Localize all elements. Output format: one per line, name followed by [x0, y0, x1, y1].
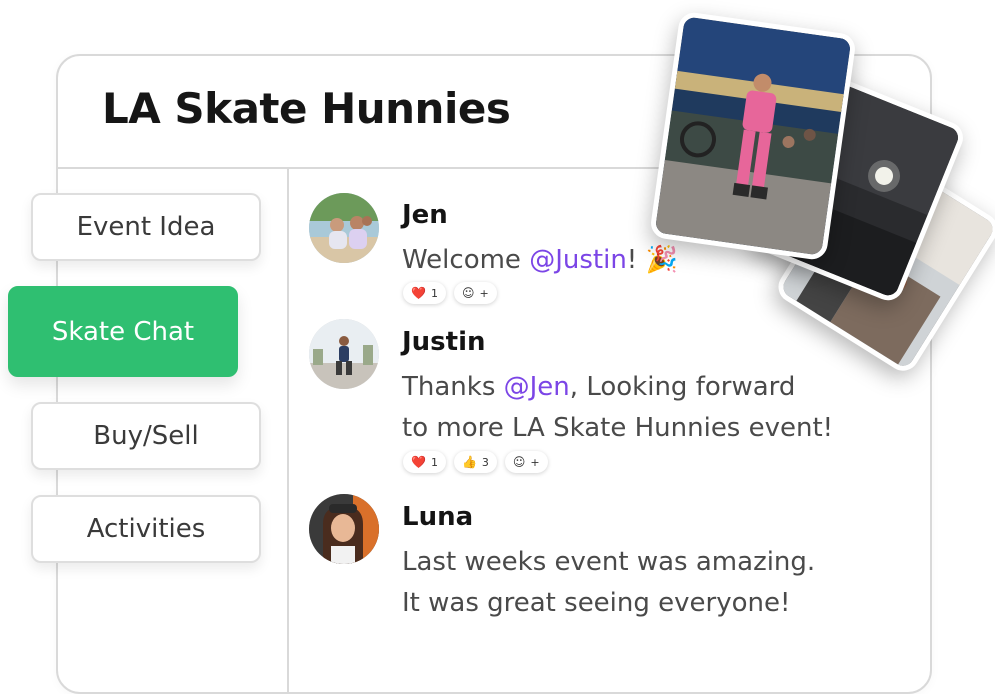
add-reaction-button[interactable]: ☺ + — [504, 451, 548, 473]
message-text-line: to more LA Skate Hunnies event! — [402, 413, 834, 443]
message-text-line: It was great seeing everyone! — [402, 588, 791, 618]
message-text-line: Last weeks event was amazing. — [402, 547, 816, 577]
page-title: LA Skate Hunnies — [102, 84, 511, 133]
message-text: Thanks @Jen, Looking forward — [402, 372, 796, 402]
heart-icon: ❤️ — [411, 286, 426, 300]
reaction-heart[interactable]: ❤️ 1 — [403, 451, 446, 473]
photo-skater-main[interactable] — [649, 10, 857, 262]
reaction-bar: ❤️ 1 👍 3 ☺ + — [403, 451, 548, 473]
sidebar-item-skate-chat[interactable]: Skate Chat — [8, 286, 238, 377]
reaction-heart[interactable]: ❤️ 1 — [403, 282, 446, 304]
message-author: Jen — [402, 200, 448, 230]
sidebar-item-buy-sell[interactable]: Buy/Sell — [31, 402, 261, 470]
message-text: Welcome @Justin! 🎉 — [402, 245, 678, 275]
smiley-icon: ☺ — [512, 455, 526, 469]
sidebar-item-activities[interactable]: Activities — [31, 495, 261, 563]
column-divider — [287, 169, 289, 692]
mention-link[interactable]: @Jen — [504, 372, 570, 402]
smiley-icon: ☺ — [461, 286, 475, 300]
add-reaction-button[interactable]: ☺ + — [453, 282, 497, 304]
sidebar-item-event-idea[interactable]: Event Idea — [31, 193, 261, 261]
thumbs-up-icon: 👍 — [461, 455, 477, 469]
avatar-justin[interactable] — [309, 319, 379, 389]
reaction-thumbs-up[interactable]: 👍 3 — [453, 451, 497, 473]
mention-link[interactable]: @Justin — [529, 245, 627, 275]
message-author: Luna — [402, 502, 474, 532]
heart-icon: ❤️ — [411, 455, 426, 469]
avatar-jen[interactable] — [309, 193, 379, 263]
reaction-bar: ❤️ 1 ☺ + — [403, 282, 497, 304]
message-author: Justin — [402, 327, 486, 357]
avatar-luna[interactable] — [309, 494, 379, 564]
